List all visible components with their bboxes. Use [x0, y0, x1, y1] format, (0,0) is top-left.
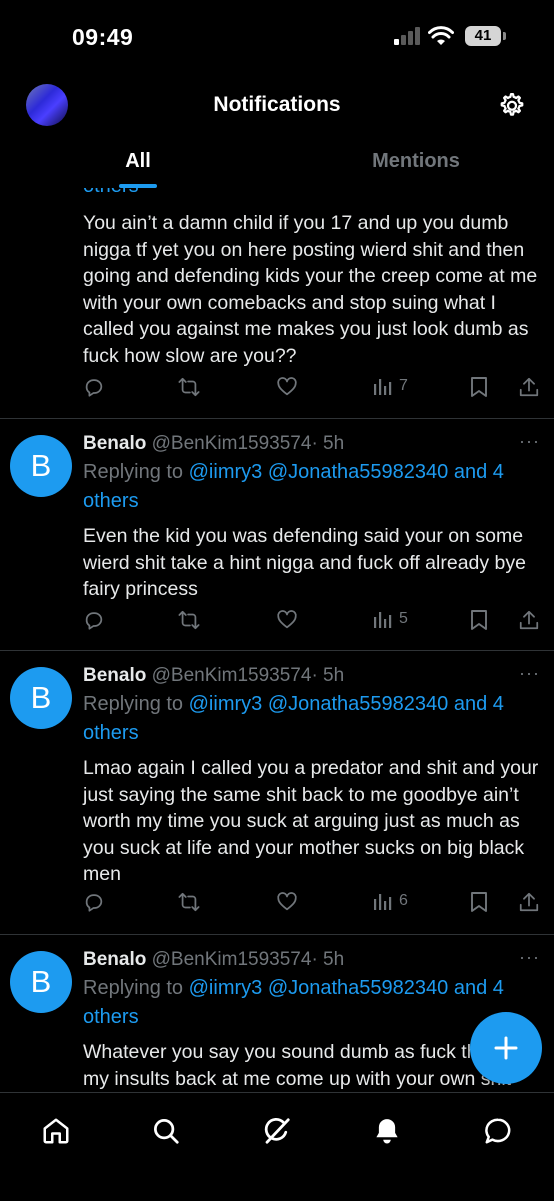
bookmark-button[interactable] [470, 609, 488, 631]
retweet-icon [178, 892, 200, 912]
bottom-navigation [0, 1092, 554, 1201]
reply-icon [85, 379, 103, 397]
like-icon [277, 892, 297, 911]
like-button[interactable] [275, 609, 299, 631]
grok-icon [264, 1117, 290, 1144]
search-icon [154, 1119, 179, 1144]
more-options-icon[interactable]: ··· [519, 663, 540, 684]
display-name[interactable]: Benalo [83, 665, 146, 686]
tweet-time: · 5h [311, 665, 345, 686]
username[interactable]: @BenKim1593574 [152, 433, 312, 454]
tweet-time: · 5h [311, 949, 345, 970]
username[interactable]: @BenKim1593574 [152, 665, 312, 686]
messages-icon [485, 1118, 511, 1144]
retweet-icon [178, 610, 200, 630]
share-icon [519, 377, 539, 397]
reply-icon [85, 894, 103, 912]
tab-all[interactable]: All [0, 150, 276, 173]
display-name[interactable]: Benalo [83, 433, 146, 454]
avatar[interactable]: B [10, 951, 72, 1013]
replying-to[interactable]: Replying to @iimry3 @Jonatha55982340 and… [83, 974, 533, 1032]
cellular-signal-icon [394, 27, 420, 45]
compose-post-button[interactable] [470, 1012, 542, 1084]
gear-icon[interactable] [496, 91, 526, 121]
tweet-time: · 5h [311, 433, 345, 454]
username[interactable]: @BenKim1593574 [152, 949, 312, 970]
page-title: Notifications [213, 93, 341, 116]
tab-mentions[interactable]: Mentions [278, 150, 554, 173]
tweet-actions: 6 [0, 891, 554, 921]
notifications-bell-icon [376, 1119, 398, 1144]
bookmark-button[interactable] [470, 376, 488, 398]
status-bar: 09:49 41 [0, 0, 554, 76]
tweet[interactable]: others You ain’t a damn child if you 17 … [0, 188, 554, 418]
display-name[interactable]: Benalo [83, 949, 146, 970]
nav-home[interactable] [36, 1111, 76, 1151]
tweet-text: Lmao again I called you a predator and s… [83, 757, 539, 885]
reply-button[interactable] [83, 891, 105, 913]
avatar[interactable]: B [10, 435, 72, 497]
avatar[interactable]: B [10, 667, 72, 729]
bookmark-icon [471, 892, 487, 912]
retweet-icon [178, 377, 200, 397]
replying-to[interactable]: Replying to @iimry3 @Jonatha55982340 and… [83, 690, 533, 748]
wifi-icon [428, 26, 454, 45]
bookmark-button[interactable] [470, 891, 488, 913]
header: Notifications [0, 76, 554, 136]
tweet-text: Even the kid you was defending said your… [83, 525, 526, 600]
nav-grok[interactable] [257, 1111, 297, 1151]
home-icon [43, 1118, 69, 1144]
share-icon [519, 892, 539, 912]
retweet-button[interactable] [177, 891, 201, 913]
views-count: 6 [399, 892, 408, 909]
tweet[interactable]: B Benalo @BenKim1593574· 5h ··· Replying… [0, 651, 554, 934]
share-button[interactable] [518, 609, 540, 631]
reply-icon [85, 612, 103, 630]
bookmark-icon [471, 610, 487, 630]
replying-to-continuation[interactable]: others [83, 188, 533, 201]
share-button[interactable] [518, 376, 540, 398]
like-button[interactable] [275, 376, 299, 398]
like-icon [277, 377, 297, 396]
status-time: 09:49 [72, 24, 134, 50]
share-icon [519, 610, 539, 630]
notifications-feed[interactable]: others You ain’t a damn child if you 17 … [0, 188, 554, 1092]
retweet-button[interactable] [177, 609, 201, 631]
reply-button[interactable] [83, 376, 105, 398]
views-count: 5 [399, 610, 408, 627]
more-options-icon[interactable]: ··· [519, 431, 540, 452]
views-icon [374, 379, 392, 395]
nav-search[interactable] [146, 1111, 186, 1151]
battery-nub [503, 32, 506, 40]
like-button[interactable] [275, 891, 299, 913]
reply-button[interactable] [83, 609, 105, 631]
tweet-meta: Benalo @BenKim1593574· 5h [83, 665, 344, 687]
replying-to[interactable]: Replying to @iimry3 @Jonatha55982340 and… [83, 458, 533, 516]
nav-messages[interactable] [478, 1111, 518, 1151]
views-icon [374, 612, 392, 628]
bookmark-icon [471, 377, 487, 397]
battery-indicator: 41 [465, 26, 501, 46]
tweet[interactable]: B Benalo @BenKim1593574· 5h ··· Replying… [0, 419, 554, 650]
share-button[interactable] [518, 891, 540, 913]
tweet[interactable]: B Benalo @BenKim1593574· 5h ··· Replying… [0, 935, 554, 1092]
tweet-actions: 7 [0, 376, 554, 406]
views-button[interactable]: 7 [373, 376, 408, 396]
tweet-actions: 5 [0, 609, 554, 639]
views-button[interactable]: 5 [373, 609, 408, 629]
plus-icon [494, 1036, 518, 1060]
retweet-button[interactable] [177, 376, 201, 398]
notification-tabs: All Mentions [0, 136, 554, 188]
more-options-icon[interactable]: ··· [519, 947, 540, 968]
views-icon [374, 894, 392, 910]
tweet-meta: Benalo @BenKim1593574· 5h [83, 949, 344, 971]
nav-notifications[interactable] [367, 1111, 407, 1151]
views-count: 7 [399, 377, 408, 394]
tweet-text: You ain’t a damn child if you 17 and up … [83, 212, 538, 367]
like-icon [277, 610, 297, 629]
views-button[interactable]: 6 [373, 891, 408, 911]
tweet-meta: Benalo @BenKim1593574· 5h [83, 433, 344, 455]
